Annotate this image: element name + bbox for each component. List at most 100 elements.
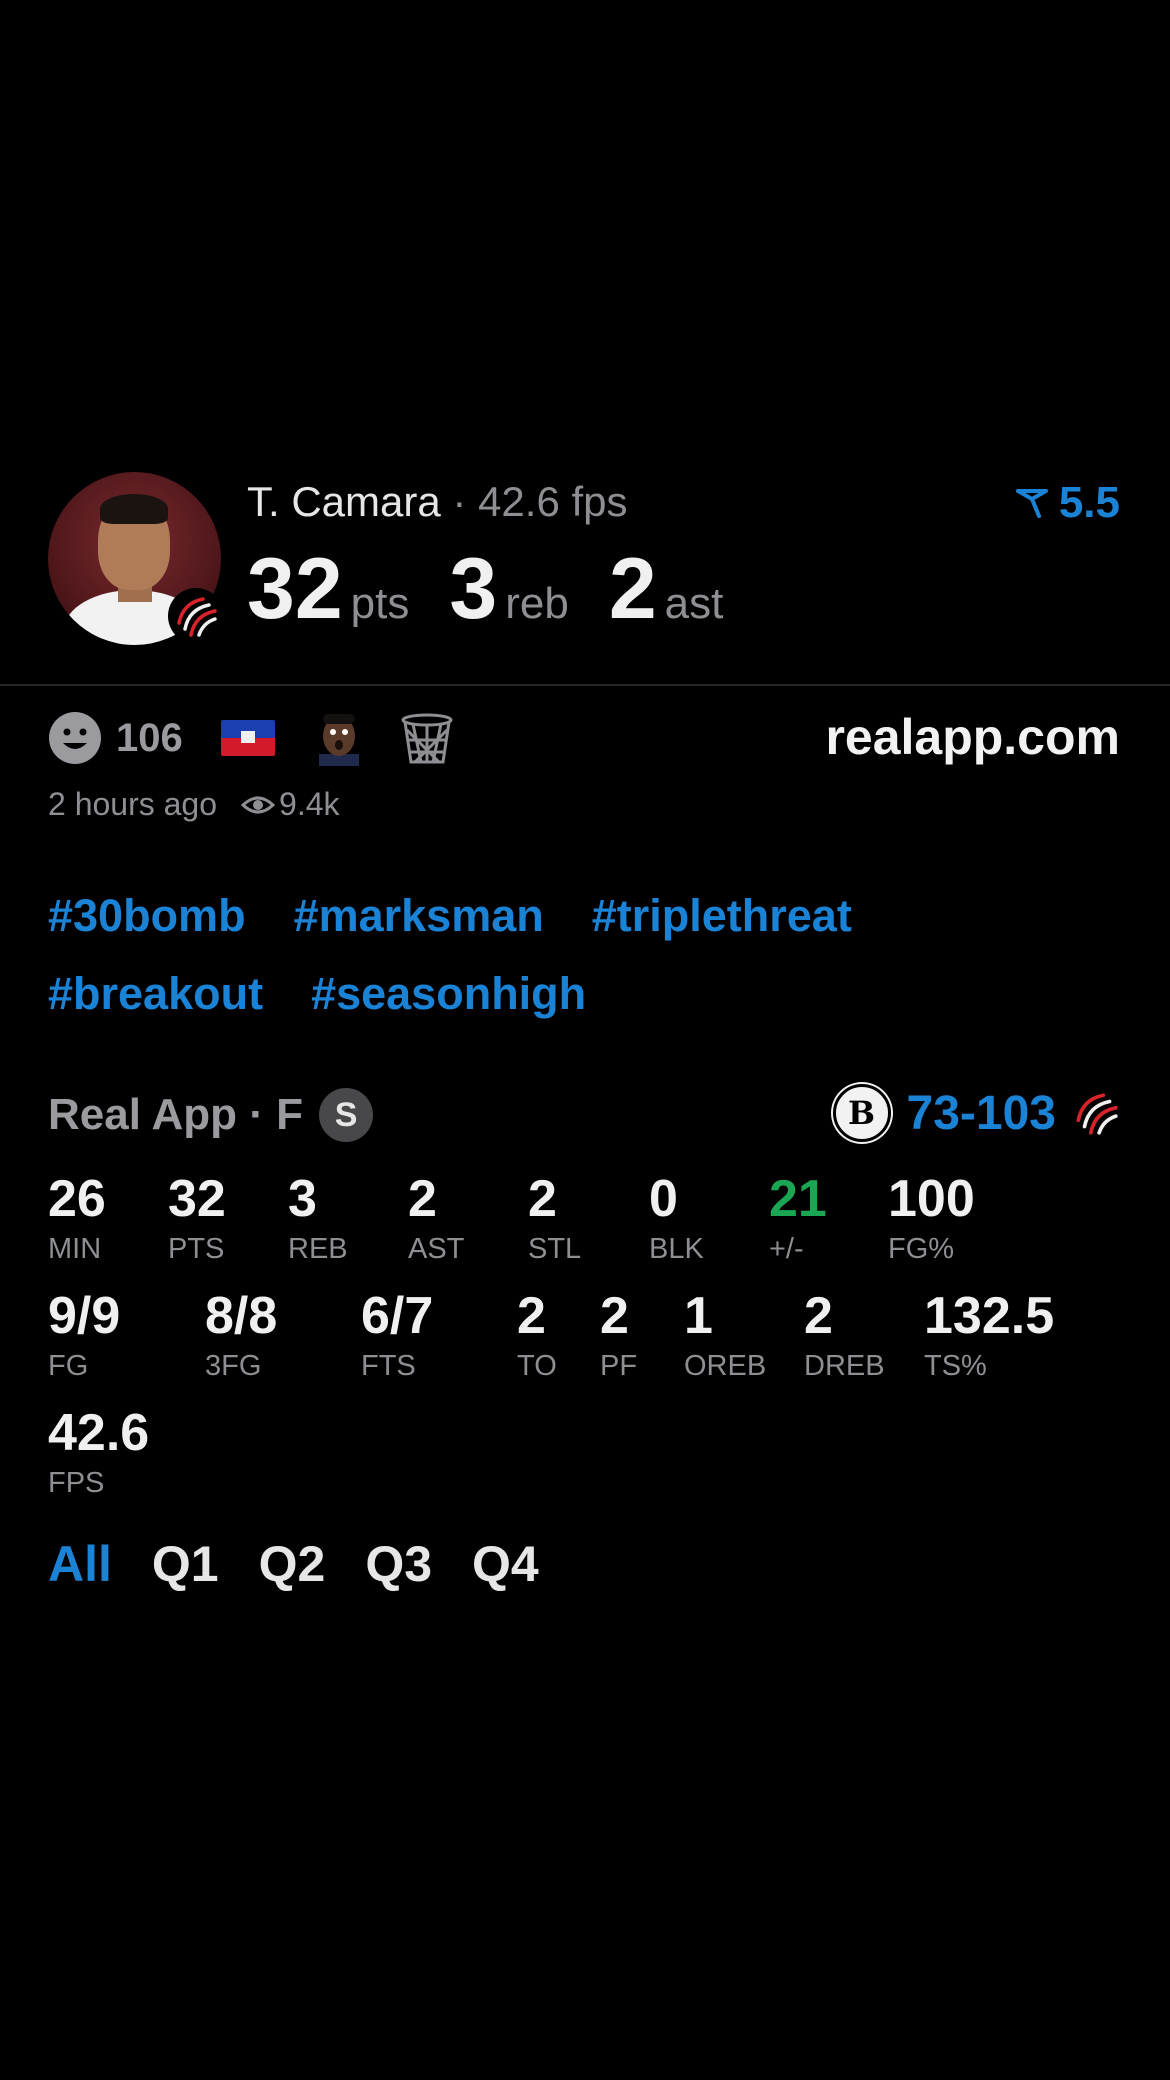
shocked-face-icon[interactable] [311,710,367,766]
assists-unit: ast [664,579,724,628]
spread-value: 5.5 [1058,478,1120,527]
stat-value: 2 [408,1170,437,1228]
stat-cell: 21 +/- [769,1173,827,1264]
stat-label: TO [517,1350,557,1382]
stat-label: FG [48,1350,89,1382]
reaction-count: 106 [116,715,183,760]
stat-value: 0 [649,1170,678,1228]
stat-cell: 2 PF [600,1290,637,1381]
player-header-line: T. Camara · 42.6 fps [247,478,628,526]
stat-value: 2 [517,1287,546,1345]
stat-label: AST [408,1233,465,1265]
stat-cell: 132.5 TS% [924,1290,1054,1381]
stat-cell: 42.6 FPS [48,1407,149,1498]
stat-value: 26 [48,1170,106,1228]
eye-icon [241,796,276,813]
stat-cell: 2 DREB [804,1290,885,1381]
player-statline: 32 pts 3 reb 2 ast [247,540,763,639]
stat-label: REB [288,1233,348,1265]
hashtag[interactable]: #30bomb [48,890,246,942]
stat-value: 132.5 [924,1287,1055,1345]
points-value: 32 [247,541,343,637]
hashtag[interactable]: #marksman [294,890,544,942]
stat-cell: 26 MIN [48,1173,106,1264]
stat-label: 3FG [205,1350,262,1382]
stat-cell: 3 REB [288,1173,348,1264]
tab-q1[interactable]: Q1 [152,1535,219,1593]
stat-value: 3 [288,1170,317,1228]
game-label: Real App · F [48,1090,304,1139]
views-group: 9.4k [241,786,340,823]
stat-label: TS% [924,1350,987,1382]
stat-cell: 2 TO [517,1290,557,1381]
spread-indicator[interactable]: 5.5 [1015,478,1120,528]
rebounds-unit: reb [505,579,569,628]
stat-label: OREB [684,1350,767,1382]
blazers-pinwheel-icon [168,588,224,644]
hashtag[interactable]: #seasonhigh [311,968,586,1020]
stat-value: 8/8 [205,1287,278,1345]
stat-value: 42.6 [48,1404,150,1462]
stat-cell: 8/8 3FG [205,1290,277,1381]
player-name[interactable]: T. Camara [247,478,441,525]
stat-cell: 1 OREB [684,1290,766,1381]
tab-all[interactable]: All [48,1535,112,1593]
smiley-icon[interactable] [48,711,102,765]
stat-label: BLK [649,1233,704,1265]
tab-q3[interactable]: Q3 [365,1535,432,1593]
stat-cell: 32 PTS [168,1173,226,1264]
spread-arrow-icon [1015,489,1048,518]
stat-value: 2 [600,1287,629,1345]
stat-label: DREB [804,1350,885,1382]
site-link[interactable]: realapp.com [825,708,1120,766]
stat-label: STL [528,1233,582,1265]
stat-label: FG% [888,1233,955,1265]
rebounds-value: 3 [449,541,498,637]
header-separator: · [452,478,467,525]
view-count: 9.4k [279,786,340,822]
stat-value: 1 [684,1287,713,1345]
stat-label: PTS [168,1233,225,1265]
stat-label: FPS [48,1467,105,1499]
quarter-tabs: All Q1 Q2 Q3 Q4 [48,1535,539,1593]
stat-cell: 2 AST [408,1173,464,1264]
stat-cell: 9/9 FG [48,1290,120,1381]
hashtag[interactable]: #triplethreat [592,890,852,942]
post-meta: 2 hours ago 9.4k [48,786,340,823]
avatar-hair [100,494,168,524]
hashtag[interactable]: #breakout [48,968,263,1020]
stat-value: 100 [888,1170,975,1228]
hashtag-row-2: #breakout #seasonhigh [48,968,586,1020]
points-unit: pts [350,579,410,628]
stat-cell: 100 FG% [888,1173,975,1264]
stat-value: 2 [528,1170,557,1228]
stat-value: 9/9 [48,1287,121,1345]
stat-label: PF [600,1350,638,1382]
time-ago: 2 hours ago [48,786,218,822]
player-fps: 42.6 fps [478,478,628,525]
stat-label: FTS [361,1350,416,1382]
reactions-row: 106 [48,710,455,766]
tab-q4[interactable]: Q4 [472,1535,539,1593]
stat-cell: 0 BLK [649,1173,704,1264]
tab-q2[interactable]: Q2 [259,1535,326,1593]
game-score[interactable]: 73-103 [907,1086,1056,1141]
blazers-pinwheel-icon [1076,1093,1118,1135]
stat-value: 21 [769,1170,827,1228]
basketball-hoop-icon[interactable] [399,710,455,766]
stat-label: MIN [48,1233,102,1265]
stat-cell: 6/7 FTS [361,1290,433,1381]
stat-value: 6/7 [361,1287,434,1345]
stat-label: +/- [769,1233,804,1265]
game-label-group: Real App · F S [48,1088,374,1142]
haiti-flag-icon[interactable] [220,720,275,756]
hashtag-row-1: #30bomb #marksman #triplethreat [48,890,852,942]
stat-value: 2 [804,1287,833,1345]
status-badge: S [319,1088,374,1142]
assists-value: 2 [608,541,657,637]
nets-logo-icon: B [832,1084,891,1142]
game-score-group[interactable]: B 73-103 [832,1084,1120,1142]
section-divider [0,684,1170,686]
stat-cell: 2 STL [528,1173,581,1264]
stat-value: 32 [168,1170,226,1228]
